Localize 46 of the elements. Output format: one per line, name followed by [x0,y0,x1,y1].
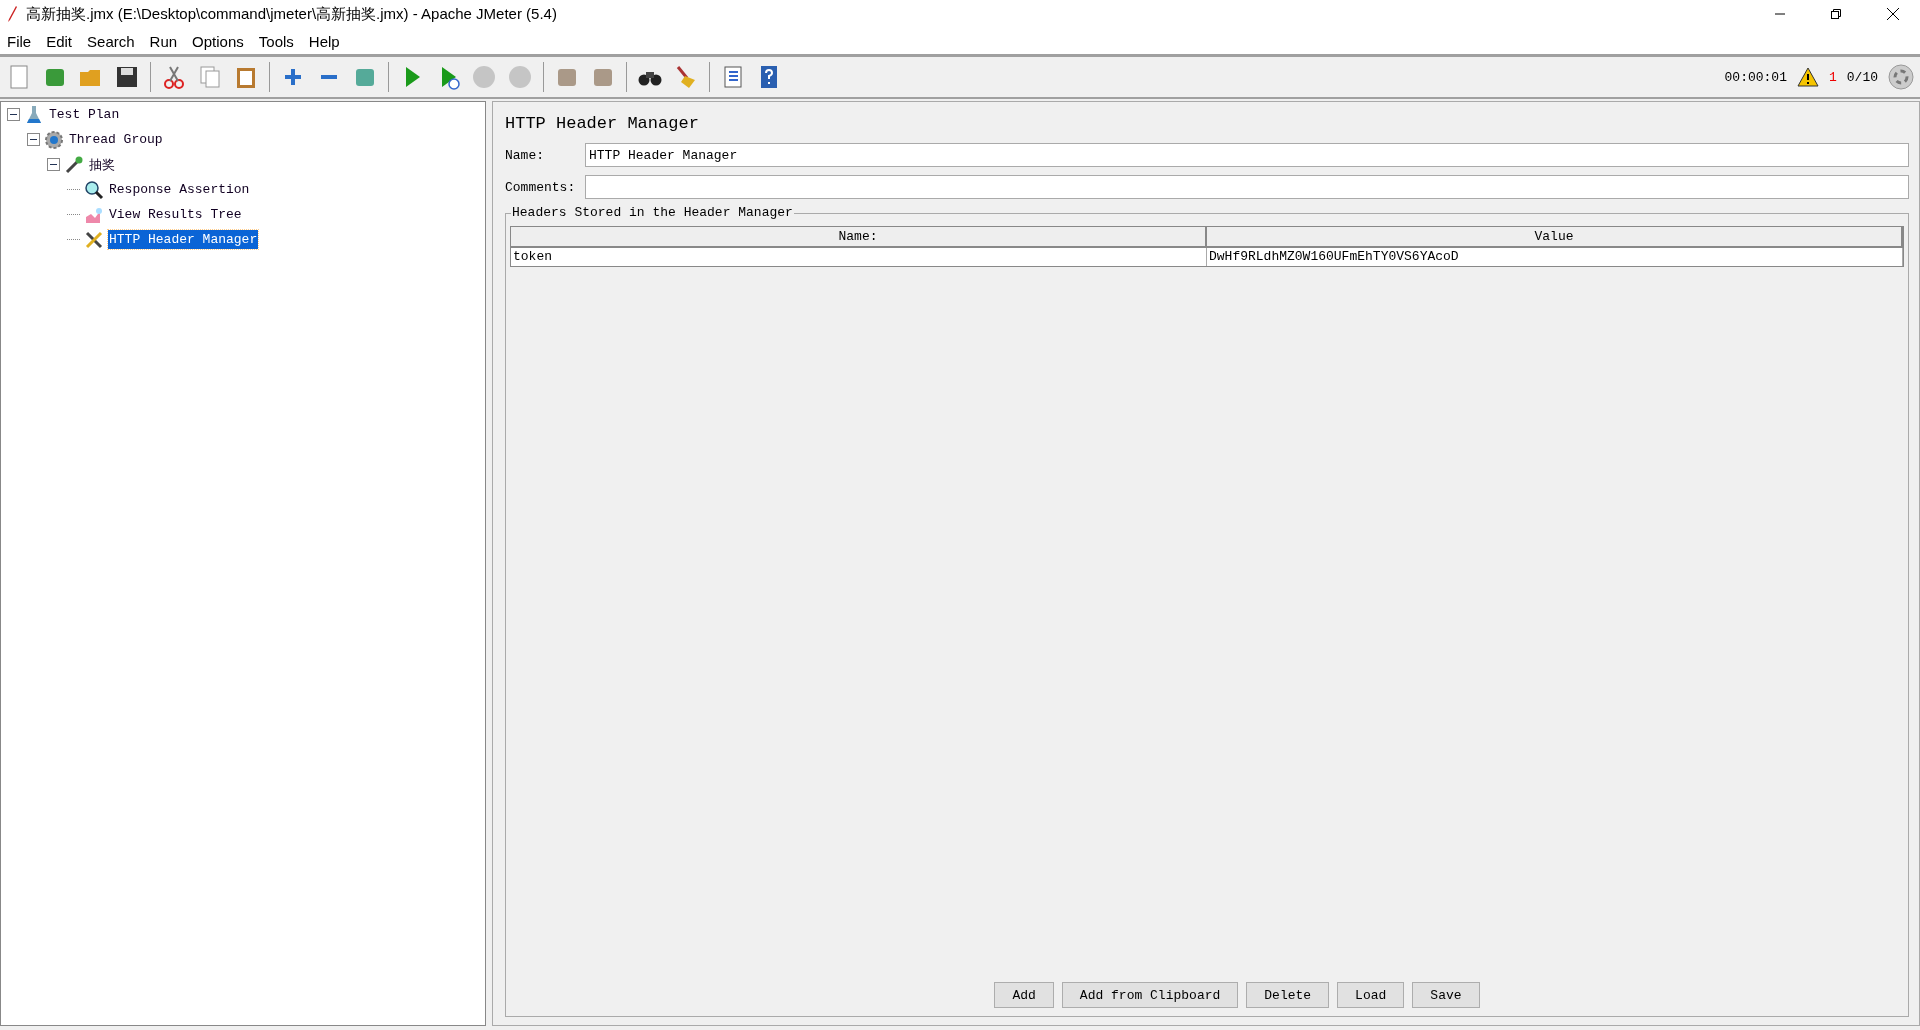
gear-icon [44,129,64,150]
menu-item[interactable]: Options [192,32,244,50]
status-circle-icon [1888,64,1914,90]
panel-title: HTTP Header Manager [505,113,700,135]
menu-item[interactable]: Run [149,32,178,50]
menu-item[interactable]: Help [308,32,340,50]
flask-icon [24,104,44,125]
menu-item[interactable]: Tools [258,32,294,50]
tree-item[interactable]: Test Plan [48,105,121,124]
scissors-icon[interactable] [161,64,187,90]
name-field[interactable]: HTTP Header Manager [585,143,1909,167]
column-header[interactable]: Value [1207,227,1903,248]
tree-item[interactable]: View Results Tree [108,205,243,224]
name-label: Name: [505,147,545,163]
magnifier-icon [84,179,104,200]
action-button[interactable]: Load [1337,982,1405,1008]
warning-icon[interactable] [1796,67,1819,87]
close-icon[interactable] [1886,7,1900,21]
pipette-icon [64,154,84,175]
tree-item[interactable]: 抽奖 [88,153,116,176]
menu-item[interactable]: File [7,32,32,50]
collapse-toggle-icon[interactable] [7,108,20,121]
table-cell: DwHf9RLdhMZ0W160UFmEhTY0VS6YAcoD [1207,248,1903,266]
menu-item[interactable]: Edit [46,32,73,50]
comments-field[interactable] [585,175,1909,199]
restore-icon[interactable] [1830,8,1842,20]
group-title: Headers Stored in the Header Manager [511,205,794,220]
window-title: 高新抽奖.jmx (E:\Desktop\command\jmeter\高新抽奖.jmx) - Apache JMeter (5.4) [26,4,558,24]
tree-item[interactable]: Thread Group [68,130,164,149]
column-header[interactable]: Name: [511,227,1207,248]
comments-label: Comments: [505,179,577,195]
action-button[interactable]: Add from Clipboard [1061,982,1239,1008]
action-button[interactable]: Add [994,982,1054,1008]
action-button[interactable]: Delete [1246,982,1330,1008]
warning-count: 1 [1828,69,1837,85]
collapse-toggle-icon[interactable] [47,158,60,171]
tree-item[interactable]: Response Assertion [108,180,251,199]
tree-item[interactable]: HTTP Header Manager [108,230,259,249]
table-cell: token [511,248,1207,266]
tools-icon [84,229,104,250]
feather-icon [6,5,18,23]
menu-item[interactable]: Search [87,32,135,50]
action-button[interactable]: Save [1412,982,1480,1008]
elapsed-time: 00:00:01 [1724,69,1787,85]
thread-count: 0/10 [1846,69,1878,85]
collapse-toggle-icon[interactable] [27,133,40,146]
